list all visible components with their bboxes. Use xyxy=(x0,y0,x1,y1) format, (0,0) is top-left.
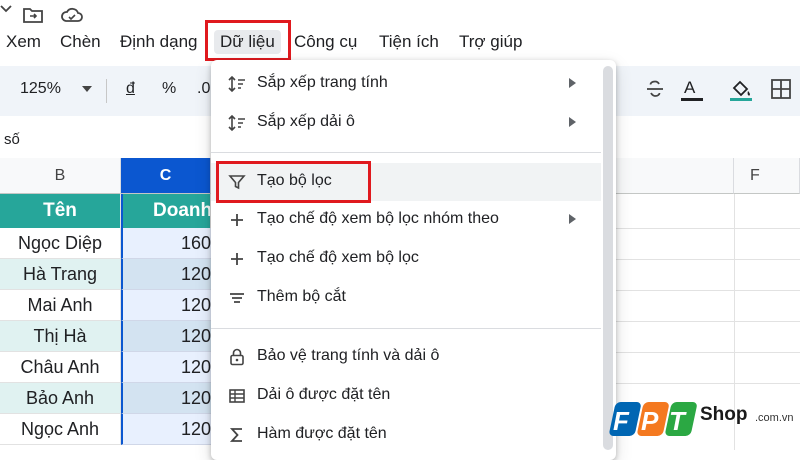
submenu-arrow-icon xyxy=(569,78,576,88)
menu-view[interactable]: Xem xyxy=(6,32,41,52)
menu-item-protect-sheets[interactable]: Bảo vệ trang tính và dải ô xyxy=(211,338,601,376)
percent-format-button[interactable]: % xyxy=(162,80,176,98)
column-header-e[interactable] xyxy=(600,158,734,194)
menu-item-label: Hàm được đặt tên xyxy=(257,425,387,442)
fpt-letter-p: P xyxy=(641,406,659,436)
table-row-value[interactable]: 160 xyxy=(121,228,211,259)
cloud-saved-icon[interactable] xyxy=(60,6,84,24)
sigma-icon xyxy=(227,425,247,445)
menu-bar: Xem Chèn Định dạng Dữ liệu Công cụ Tiện … xyxy=(0,28,800,58)
menu-insert[interactable]: Chèn xyxy=(60,32,101,52)
plus-icon xyxy=(227,249,247,269)
fpt-letter-t: T xyxy=(669,406,687,436)
table-row-name[interactable]: Mai Anh xyxy=(0,290,121,321)
submenu-arrow-icon xyxy=(569,214,576,224)
gridline xyxy=(600,352,800,353)
fill-color-icon[interactable] xyxy=(726,74,756,104)
text-color-label: A xyxy=(684,78,696,97)
table-row-name[interactable]: Châu Anh xyxy=(0,352,121,383)
menu-item-add-slicer[interactable]: Thêm bộ cắt xyxy=(211,279,601,317)
menu-item-label: Sắp xếp trang tính xyxy=(257,74,388,91)
zoom-select[interactable]: 125% xyxy=(20,80,61,98)
fpt-letter-f: F xyxy=(613,406,630,436)
logo-shop-text: Shop xyxy=(700,404,748,425)
slicer-icon xyxy=(227,288,247,308)
table-row-value[interactable]: 120 xyxy=(121,321,211,352)
column-header-f[interactable]: F xyxy=(734,158,800,194)
column-header-b[interactable]: B xyxy=(0,158,121,194)
menu-item-label: Sắp xếp dải ô xyxy=(257,113,355,130)
lock-icon xyxy=(227,347,247,367)
menu-scrollbar[interactable] xyxy=(603,66,613,450)
header-cell-name[interactable]: Tên xyxy=(0,194,121,228)
table-row-name[interactable]: Ngọc Anh xyxy=(0,414,121,445)
data-menu-dropdown: Sắp xếp trang tính Sắp xếp dải ô Tạo bộ … xyxy=(211,60,616,460)
chevron-down-icon[interactable] xyxy=(0,4,14,18)
menu-item-sort-range[interactable]: Sắp xếp dải ô xyxy=(211,104,601,142)
menu-item-label: Bảo vệ trang tính và dải ô xyxy=(257,347,440,364)
menu-item-label: Dải ô được đặt tên xyxy=(257,386,391,403)
table-row-value[interactable]: 120 xyxy=(121,383,211,414)
column-header-c[interactable]: C xyxy=(121,158,211,194)
decimal-button[interactable]: .0 xyxy=(197,80,210,98)
table-row-name[interactable]: Ngọc Diệp xyxy=(0,228,121,259)
menu-help[interactable]: Trợ giúp xyxy=(459,32,522,52)
toolbar-divider xyxy=(106,79,107,103)
submenu-arrow-icon xyxy=(569,117,576,127)
table-row-value[interactable]: 120 xyxy=(121,259,211,290)
gridline xyxy=(600,259,800,260)
menu-tools[interactable]: Công cụ xyxy=(294,32,357,52)
logo-domain-text: .com.vn xyxy=(755,412,794,424)
gridline xyxy=(600,321,800,322)
table-row-value[interactable]: 120 xyxy=(121,352,211,383)
currency-format-button[interactable]: đ xyxy=(126,80,135,98)
gridline xyxy=(600,290,800,291)
sort-icon xyxy=(227,74,247,94)
text-color-icon[interactable]: A xyxy=(677,74,707,104)
menu-item-label: Tạo chế độ xem bộ lọc xyxy=(257,249,419,266)
move-to-folder-icon[interactable] xyxy=(22,6,44,24)
header-cell-revenue[interactable]: Doanh xyxy=(121,194,211,228)
caret-down-icon[interactable] xyxy=(82,86,92,92)
table-row-name[interactable]: Hà Trang xyxy=(0,259,121,290)
plus-icon xyxy=(227,210,247,230)
named-range-icon xyxy=(227,386,247,406)
menu-item-named-ranges[interactable]: Dải ô được đặt tên xyxy=(211,377,601,415)
gridline xyxy=(600,228,800,229)
menu-divider xyxy=(211,152,601,153)
strikethrough-icon[interactable] xyxy=(640,74,670,104)
menu-item-label: Tạo chế độ xem bộ lọc nhóm theo xyxy=(257,210,499,227)
menu-item-sort-sheet[interactable]: Sắp xếp trang tính xyxy=(211,65,601,103)
menu-item-filter-view-group[interactable]: Tạo chế độ xem bộ lọc nhóm theo xyxy=(211,201,601,239)
table-row-value[interactable]: 120 xyxy=(121,414,211,445)
menu-item-label: Thêm bộ cắt xyxy=(257,288,346,305)
formula-bar-text[interactable]: số xyxy=(4,131,20,148)
menu-item-named-functions[interactable]: Hàm được đặt tên xyxy=(211,416,601,454)
menu-extensions[interactable]: Tiện ích xyxy=(379,32,439,52)
highlight-box-data-menu xyxy=(205,20,291,61)
menu-item-filter-view[interactable]: Tạo chế độ xem bộ lọc xyxy=(211,240,601,278)
borders-icon[interactable] xyxy=(766,74,796,104)
text-color-swatch xyxy=(681,98,703,101)
sort-icon xyxy=(227,113,247,133)
menu-divider xyxy=(211,328,601,329)
gridline xyxy=(600,383,800,384)
table-row-value[interactable]: 120 xyxy=(121,290,211,321)
highlight-box-create-filter xyxy=(216,161,371,203)
table-row-name[interactable]: Bảo Anh xyxy=(0,383,121,414)
menu-format[interactable]: Định dạng xyxy=(120,32,198,52)
table-row-name[interactable]: Thị Hà xyxy=(0,321,121,352)
